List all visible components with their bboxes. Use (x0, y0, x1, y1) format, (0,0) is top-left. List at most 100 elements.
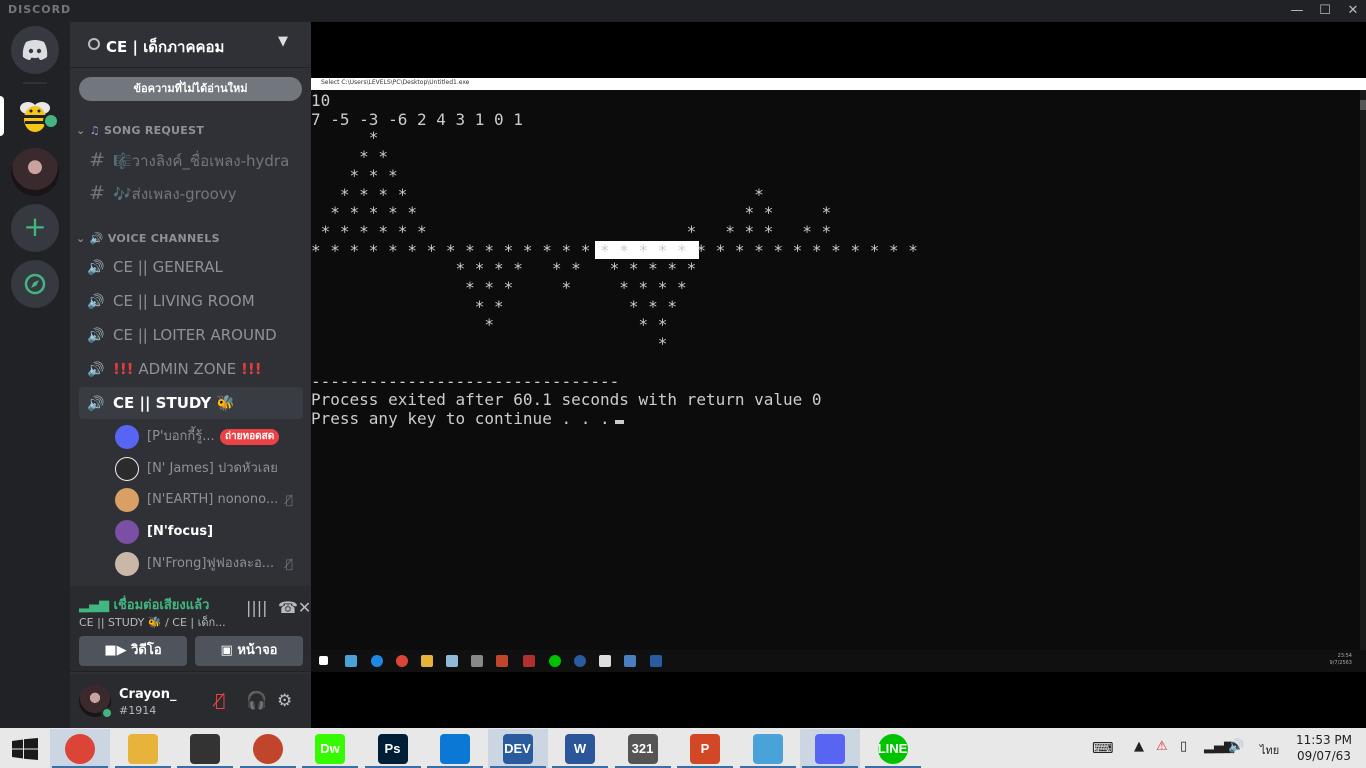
server-badge-icon (88, 38, 100, 50)
category-song-request[interactable]: ⌄ ♫ SONG REQUEST (76, 124, 204, 137)
add-server-button[interactable]: + (11, 204, 59, 252)
taskbar-app-line[interactable]: LINE (863, 729, 923, 768)
voice-member[interactable]: [N'EARTH] nonono... 🎙̸ (115, 486, 303, 514)
console-line: 10 (311, 91, 331, 110)
taskbar-app-circle-app[interactable] (238, 729, 298, 768)
antivirus-icon[interactable]: ⚠ (1156, 739, 1168, 754)
category-voice-channels[interactable]: ⌄ 🔊 VOICE CHANNELS (76, 232, 220, 245)
clock-date: 9/7/2563 (1329, 660, 1352, 666)
taskbar-app-powerpoint[interactable]: P (675, 729, 735, 768)
console-line: * * * * * * * * (311, 203, 832, 223)
hash-icon: # (89, 149, 105, 171)
screen-share-stream[interactable]: Select C:\Users\LEVELS\PC\Desktop\Untitl… (311, 22, 1366, 728)
volume-icon[interactable]: 🔊 (1228, 739, 1244, 754)
chevron-down-icon[interactable]: ▼ (278, 34, 288, 49)
taskbar-app-vscode[interactable] (425, 729, 485, 768)
taskbar-app-word[interactable]: W (550, 729, 610, 768)
channel-song-links[interactable]: # 🎼วางลิงค์_ชื่อเพลง-hydra (79, 144, 303, 176)
headphones-icon[interactable]: 🎧 (246, 691, 267, 711)
voice-member[interactable]: [N'Frong]ฟูฟองละอ... 🎙̸ (115, 550, 303, 578)
voice-channel-living-room[interactable]: 🔊 CE || LIVING ROOM (79, 285, 303, 317)
server-header[interactable]: CE | เด็กภาคคอม ▼ (70, 22, 311, 68)
scrollbar-thumb[interactable] (1360, 100, 1366, 110)
console-window: 10 7 -5 -3 -6 2 4 3 1 0 1 * * * * * * * *… (311, 90, 1360, 654)
chevron-down-icon: ⌄ (76, 232, 86, 245)
taskbar-app-devcpp[interactable]: DEV (487, 729, 548, 768)
category-label: VOICE CHANNELS (107, 232, 220, 245)
console-scrollbar[interactable] (1360, 90, 1366, 654)
taskbar-app-alien-app[interactable] (175, 729, 235, 768)
console-cursor (615, 420, 624, 424)
taskbar-app-dreamweaver[interactable]: Dw (300, 729, 360, 768)
screen-label: หน้าจอ (237, 643, 278, 658)
voice-channel-admin-zone[interactable]: 🔊!!! ADMIN ZONE !!! (79, 353, 303, 385)
taskbar-app-discord[interactable] (800, 729, 860, 768)
console-title: Select C:\Users\LEVELS\PC\Desktop\Untitl… (321, 79, 470, 86)
title-bar: DISCORD — ☐ ✕ (0, 0, 1366, 22)
clock-time: 11:53 PM (1296, 733, 1352, 747)
explore-servers-button[interactable] (11, 260, 59, 308)
voice-channel-info[interactable]: CE || STUDY 🐝 / CE | เด็ก... (79, 613, 226, 631)
keyboard-icon[interactable]: ⌨ (1092, 739, 1114, 757)
maximize-button[interactable]: ☐ (1310, 0, 1340, 22)
input-language[interactable]: ไทย (1260, 741, 1279, 759)
taskbar-app-chrome[interactable] (50, 729, 110, 768)
speaker-icon: 🔊 (87, 260, 105, 276)
app-icon (574, 655, 586, 667)
taskbar-app-photoshop[interactable]: Ps (363, 729, 423, 768)
chevron-up-icon[interactable]: ▲ (1134, 739, 1144, 754)
circle-app-icon (252, 734, 283, 764)
console-line: * * * * * * * * * * * * * * * * * * * * … (311, 240, 918, 260)
member-name: [N' James] ปวดหัวเลย (147, 461, 278, 476)
disconnect-icon[interactable]: ☎✕ (278, 598, 311, 617)
screen-share-icon: ▣ (220, 643, 233, 658)
console-line: * * * * * (311, 184, 764, 204)
line-icon: LINE (877, 734, 908, 764)
voice-channel-study[interactable]: 🔊 CE || STUDY 🐝 (79, 387, 303, 419)
voice-channel-general[interactable]: 🔊 CE || GENERAL (79, 251, 303, 283)
server-rail: + (0, 22, 70, 728)
home-button[interactable] (11, 26, 59, 74)
speaker-icon: 🔊 (87, 396, 105, 412)
close-button[interactable]: ✕ (1338, 0, 1366, 22)
username: Crayon_ (119, 687, 177, 702)
screen-share-button[interactable]: ▣ หน้าจอ (195, 636, 303, 666)
gear-icon[interactable]: ⚙ (277, 691, 292, 711)
taskbar-app-media-player[interactable]: 321 (613, 729, 673, 768)
voice-member[interactable]: [P'บอกกี้รู้... ถ่ายทอดสด (115, 423, 303, 451)
shared-screen-taskbar: 23:54 9/7/2563 (311, 650, 1366, 672)
voice-member[interactable]: [N'focus] (115, 518, 303, 546)
video-label: วิดีโอ (131, 643, 162, 658)
windows-start-icon[interactable] (12, 738, 38, 760)
voice-channel-loiter-around[interactable]: 🔊 CE || LOITER AROUND (79, 319, 303, 351)
mic-muted-icon[interactable]: 🎙̸ (215, 691, 225, 711)
member-name: [N'Frong]ฟูฟองละอ... (147, 556, 275, 571)
devcpp-icon: DEV (502, 734, 533, 764)
noise-suppression-icon[interactable]: |||| (246, 598, 268, 617)
dreamweaver-icon: Dw (315, 734, 345, 764)
member-name: [P'บอกกี้รู้... (147, 429, 215, 444)
alien-icon (471, 655, 483, 667)
channel-label: 🎼วางลิงค์_ชื่อเพลง-hydra (113, 152, 290, 170)
voice-member[interactable]: [N' James] ปวดหัวเลย (115, 455, 303, 483)
camera-icon: ■▶ (104, 643, 127, 658)
discord-icon (815, 734, 845, 764)
server-icon-avatar[interactable] (11, 148, 59, 196)
chrome-icon (396, 655, 408, 667)
taskbar-app-file-explorer[interactable] (113, 729, 173, 768)
minimize-button[interactable]: — (1282, 0, 1312, 22)
media-player-icon: 321 (627, 734, 658, 764)
system-clock[interactable]: 11:53 PM 09/07/63 (1284, 732, 1364, 764)
channel-send-song[interactable]: # 🎶ส่งเพลง-groovy (79, 177, 303, 209)
console-line: Process exited after 60.1 seconds with r… (311, 390, 822, 410)
avatar (115, 488, 139, 512)
video-button[interactable]: ■▶ วิดีโอ (79, 636, 187, 666)
device-icon[interactable]: ▯ (1180, 739, 1187, 754)
console-line: * * * * * (311, 296, 678, 316)
unread-messages-button[interactable]: ข้อความที่ไม่ได้อ่านใหม่ (79, 77, 302, 101)
powerpoint-icon: P (690, 734, 720, 764)
music-note-icon: ♫ (89, 124, 100, 137)
line-icon (549, 655, 561, 667)
taskbar-app-notes-app[interactable] (738, 729, 798, 768)
